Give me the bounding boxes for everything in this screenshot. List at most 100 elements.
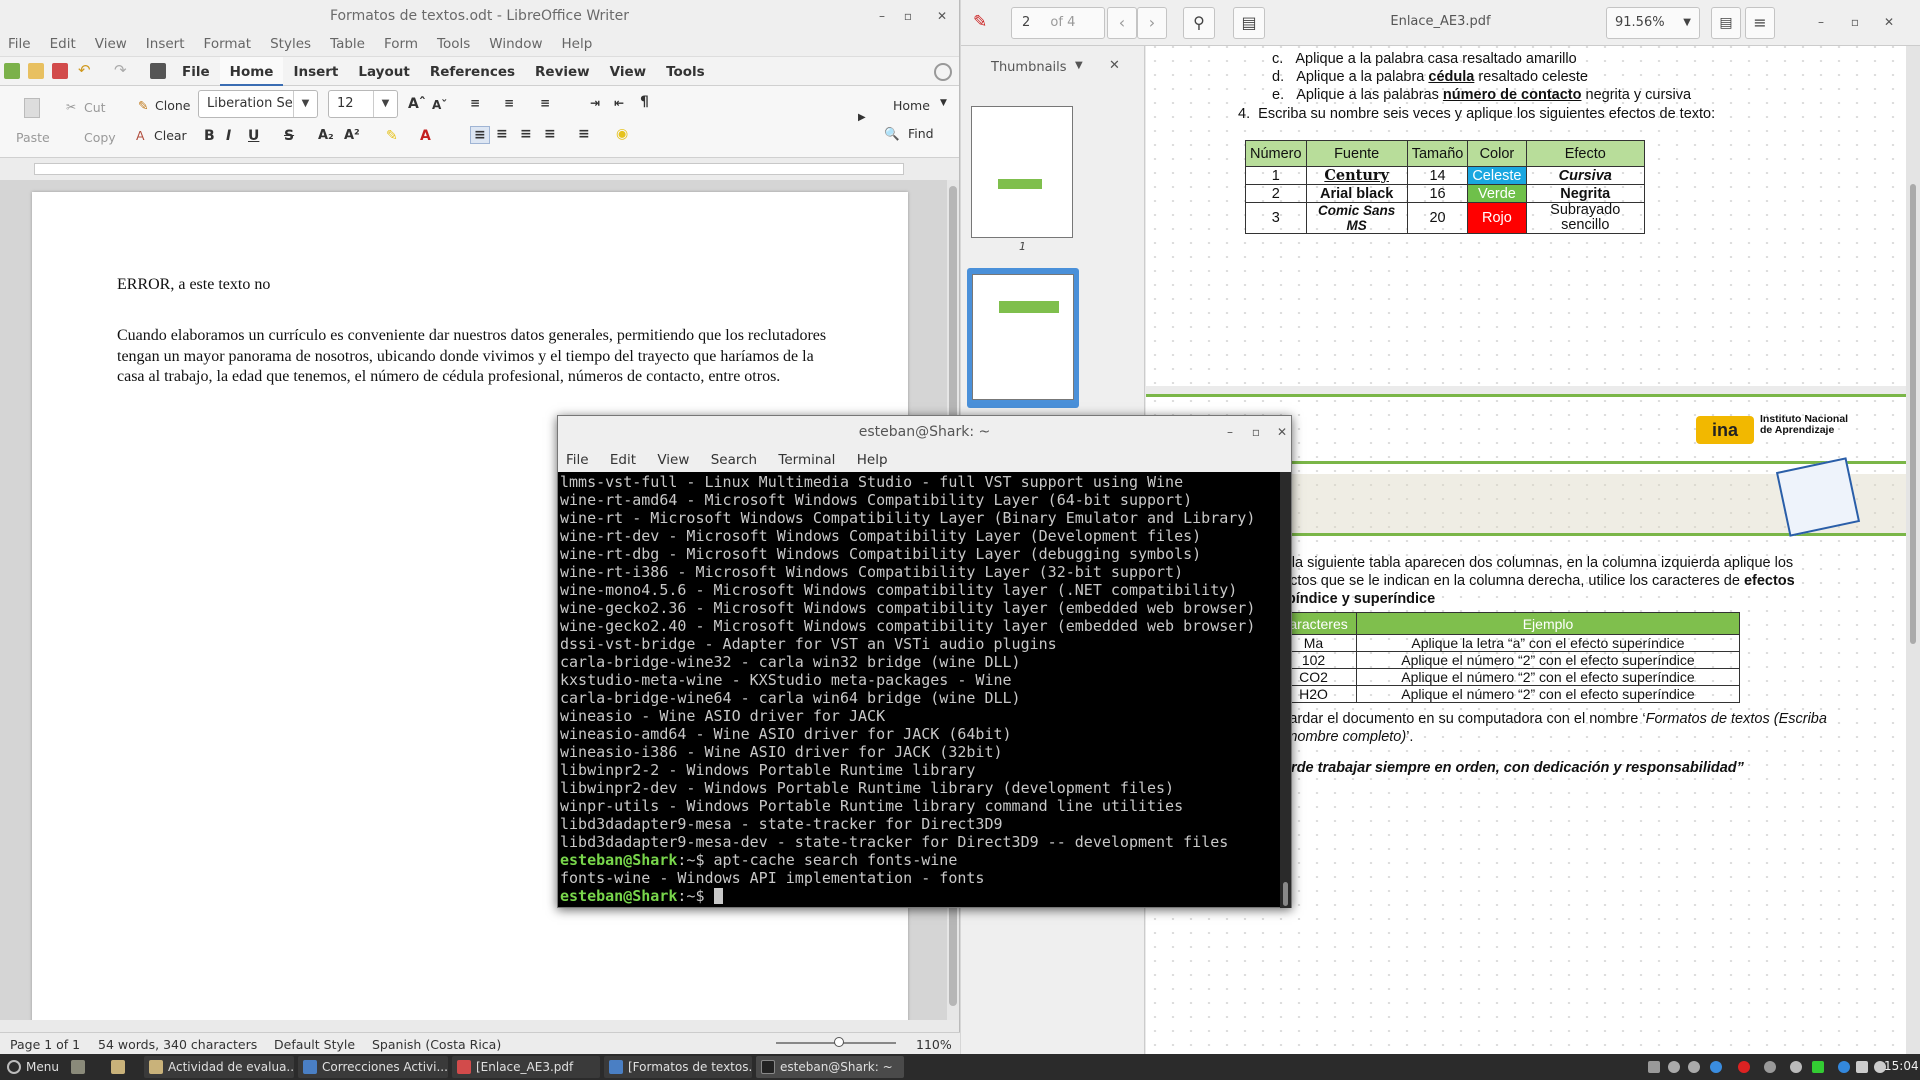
font-name-input[interactable]: Liberation Se ▼ <box>198 90 318 118</box>
show-desktop-icon[interactable] <box>66 1056 86 1078</box>
minimize-button[interactable]: – <box>872 6 892 26</box>
menu-insert[interactable]: Insert <box>146 36 185 52</box>
update-icon[interactable] <box>1710 1061 1722 1073</box>
home-style-dropdown[interactable]: Home <box>893 98 930 113</box>
outline-icon[interactable]: ≡ <box>540 96 550 110</box>
menu-help[interactable]: Help <box>857 452 888 468</box>
menu-help[interactable]: Help <box>562 36 593 52</box>
numbering-icon[interactable]: ≡ <box>504 96 514 110</box>
writer-titlebar[interactable]: Formatos de textos.odt - LibreOffice Wri… <box>0 0 959 32</box>
alert-icon[interactable] <box>1738 1061 1750 1073</box>
font-color-icon[interactable]: A <box>420 128 431 144</box>
open-folder-icon[interactable] <box>28 63 44 79</box>
minimize-button[interactable]: – <box>1220 422 1240 442</box>
clipboard-icon[interactable] <box>1790 1061 1802 1073</box>
bullets-icon[interactable]: ≡ <box>470 96 480 110</box>
minimize-button[interactable]: – <box>1811 12 1831 32</box>
shrink-font-icon[interactable]: Aˇ <box>432 98 447 112</box>
network-icon[interactable] <box>1668 1061 1680 1073</box>
active-prompt[interactable]: esteban@Shark:~$ <box>560 887 1280 905</box>
menu-view[interactable]: View <box>95 36 127 52</box>
clear-button[interactable]: Clear <box>154 128 187 143</box>
user-icon[interactable] <box>1648 1061 1660 1073</box>
justify-icon[interactable]: ≡ <box>544 126 556 142</box>
italic-icon[interactable]: I <box>226 128 231 144</box>
strikethrough-icon[interactable]: S <box>284 128 294 144</box>
task-formatos[interactable]: [Formatos de textos... <box>604 1056 752 1078</box>
hamburger-menu-icon[interactable]: ≡ <box>1745 7 1775 39</box>
zoom-slider-handle[interactable] <box>834 1037 844 1047</box>
sidebar-mode-label[interactable]: Thumbnails <box>991 60 1067 75</box>
undo-icon[interactable]: ↶ <box>78 63 94 79</box>
new-icon[interactable] <box>4 63 20 79</box>
pilcrow-icon[interactable]: ¶ <box>640 94 649 110</box>
menu-file[interactable]: File <box>566 452 589 468</box>
thumbnail-page-2[interactable] <box>972 274 1074 400</box>
align-left-icon[interactable]: ≡ <box>470 126 490 144</box>
chevron-down-icon[interactable]: ▼ <box>293 91 317 117</box>
maximize-button[interactable]: ▫ <box>1246 422 1266 442</box>
maximize-button[interactable]: ▫ <box>1845 12 1865 32</box>
close-button[interactable]: ✕ <box>1272 422 1292 442</box>
bold-icon[interactable]: B <box>204 128 215 144</box>
doc-line-error[interactable]: ERROR, a este texto no <box>117 276 270 294</box>
paste-icon[interactable] <box>24 98 40 118</box>
clone-button[interactable]: Clone <box>155 98 190 113</box>
menu-table[interactable]: Table <box>330 36 365 52</box>
menu-form[interactable]: Form <box>384 36 418 52</box>
menu-styles[interactable]: Styles <box>270 36 311 52</box>
subscript-icon[interactable]: A₂ <box>318 128 334 143</box>
terminal-output[interactable]: lmms-vst-full - Linux Multimedia Studio … <box>560 472 1280 908</box>
export-pdf-icon[interactable] <box>52 63 68 79</box>
tab-review[interactable]: Review <box>525 57 600 87</box>
document-properties-icon[interactable]: ▤ <box>1711 7 1741 39</box>
file-manager-icon[interactable] <box>106 1056 128 1078</box>
font-size-input[interactable]: 12 ▼ <box>328 90 398 118</box>
find-button[interactable]: Find <box>908 126 934 141</box>
tab-insert[interactable]: Insert <box>283 57 348 87</box>
maximize-button[interactable]: ▫ <box>898 6 918 26</box>
highlight-icon[interactable]: ✎ <box>386 128 398 144</box>
menu-tools[interactable]: Tools <box>437 36 470 52</box>
tab-file[interactable]: File <box>172 57 220 87</box>
tab-home[interactable]: Home <box>219 57 284 87</box>
menu-window[interactable]: Window <box>489 36 542 52</box>
print-icon[interactable] <box>150 63 166 79</box>
tab-references[interactable]: References <box>420 57 525 87</box>
task-actividad[interactable]: Actividad de evalua... <box>144 1056 294 1078</box>
status-page[interactable]: Page 1 of 1 <box>10 1037 80 1052</box>
align-right-icon[interactable]: ≡ <box>520 126 532 142</box>
menu-format[interactable]: Format <box>204 36 252 52</box>
menu-edit[interactable]: Edit <box>50 36 76 52</box>
status-page-style[interactable]: Default Style <box>274 1037 355 1052</box>
tab-tools[interactable]: Tools <box>656 57 715 87</box>
thumbnail-page-1[interactable] <box>971 106 1073 238</box>
paste-button[interactable]: Paste <box>16 130 50 145</box>
indent-increase-icon[interactable]: ⇥ <box>590 96 600 110</box>
chevron-down-icon[interactable]: ▼ <box>373 91 397 117</box>
status-language[interactable]: Spanish (Costa Rica) <box>372 1037 501 1052</box>
line-spacing-icon[interactable]: ≡ <box>578 126 590 142</box>
doc-paragraph[interactable]: Cuando elaboramos un currículo es conven… <box>117 326 827 388</box>
superscript-icon[interactable]: A² <box>344 128 360 143</box>
thumbnail-selection[interactable] <box>967 268 1079 408</box>
shield-icon[interactable] <box>1764 1061 1776 1073</box>
task-enlace-pdf[interactable]: [Enlace_AE3.pdf <box>452 1056 600 1078</box>
menu-view[interactable]: View <box>657 452 689 468</box>
task-terminal[interactable]: esteban@Shark: ~ <box>756 1056 904 1078</box>
status-zoom[interactable]: 110% <box>916 1037 952 1052</box>
grow-font-icon[interactable]: Aˆ <box>408 96 426 112</box>
menu-file[interactable]: File <box>8 36 31 52</box>
tab-layout[interactable]: Layout <box>348 57 419 87</box>
copy-button[interactable]: Copy <box>84 130 116 145</box>
bluetooth-icon[interactable] <box>1838 1061 1850 1073</box>
settings-icon[interactable] <box>1688 1061 1700 1073</box>
horizontal-ruler[interactable] <box>0 158 959 180</box>
task-correcciones[interactable]: Correcciones Activi... <box>298 1056 448 1078</box>
close-button[interactable]: ✕ <box>932 6 952 26</box>
cut-button[interactable]: Cut <box>84 100 106 115</box>
menu-search[interactable]: Search <box>711 452 757 468</box>
monitor-icon[interactable] <box>1812 1061 1824 1073</box>
redo-icon[interactable]: ↷ <box>114 63 130 79</box>
cut-icon[interactable]: ✂ <box>66 100 76 114</box>
